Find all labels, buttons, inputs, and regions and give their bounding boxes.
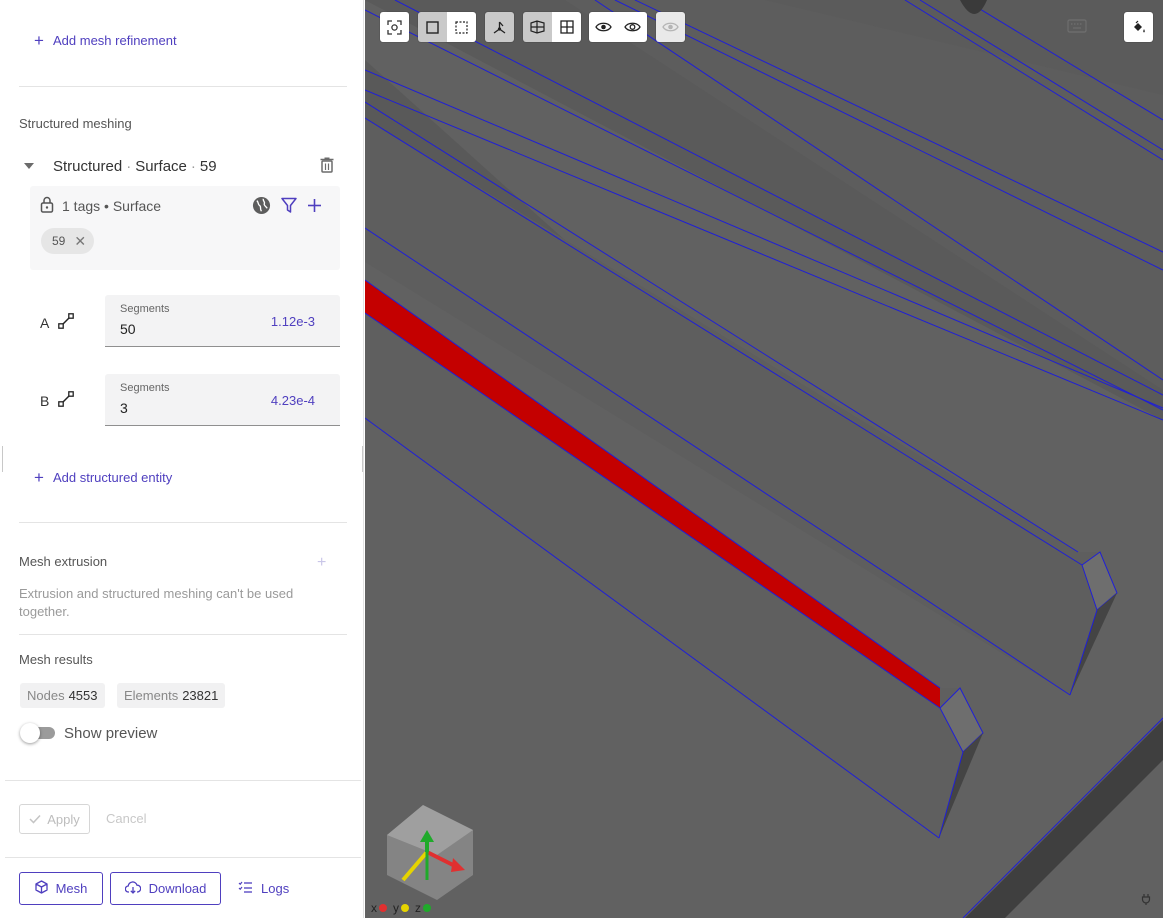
mesh-extrusion-title: Mesh extrusion [19, 554, 108, 569]
3d-viewport[interactable]: x y z [365, 0, 1163, 918]
element-size-b: 4.23e-4 [270, 393, 315, 408]
keyboard-icon[interactable] [1067, 19, 1087, 38]
visibility-disabled-group [656, 12, 685, 42]
model-render[interactable] [365, 0, 1163, 918]
paint-group [1124, 12, 1153, 42]
cancel-button[interactable]: Cancel [106, 811, 146, 826]
selection-mode-group [418, 12, 476, 42]
resize-handle[interactable] [362, 446, 363, 472]
paint-bucket-icon[interactable] [1124, 12, 1153, 42]
add-structured-entity-button[interactable]: + Add structured entity [33, 469, 172, 486]
plus-icon: + [34, 31, 44, 50]
plug-icon[interactable] [1141, 892, 1151, 910]
list-icon [238, 881, 253, 896]
tag-actions [252, 196, 322, 220]
logs-button[interactable]: Logs [238, 872, 289, 905]
tag-selector: 1 tags • Surface 59 ✕ [30, 186, 340, 270]
fit-view-icon[interactable] [380, 12, 409, 42]
visibility-group [589, 12, 647, 42]
mesh-button[interactable]: Mesh [19, 872, 103, 905]
view-mode-group [523, 12, 581, 42]
cloud-download-icon [124, 880, 141, 897]
divider [5, 857, 361, 858]
structured-item-title: Structured · Surface · 59 [53, 157, 217, 175]
close-icon[interactable]: ✕ [74, 233, 86, 250]
fit-view-group [380, 12, 409, 42]
extrusion-note: Extrusion and structured meshing can't b… [19, 586, 294, 619]
tag-chip[interactable]: 59 ✕ [41, 228, 95, 254]
structured-meshing-title: Structured meshing [19, 116, 132, 131]
edge-icon [58, 391, 75, 410]
select-dashed-icon[interactable] [447, 12, 476, 42]
edge-icon [58, 313, 75, 332]
grid-view-icon[interactable] [552, 12, 581, 42]
plus-icon: + [34, 468, 44, 487]
select-box-icon[interactable] [418, 12, 447, 42]
filter-icon[interactable] [281, 197, 297, 219]
orientation-gizmo[interactable] [373, 800, 483, 905]
segments-field-b[interactable]: Segments 4.23e-4 [105, 374, 340, 426]
element-size-a: 1.12e-3 [270, 314, 315, 329]
download-button[interactable]: Download [110, 872, 221, 905]
edge-a-label: A [40, 313, 75, 332]
lock-icon[interactable] [40, 196, 54, 216]
edge-b-label: B [40, 391, 75, 410]
show-icon[interactable] [618, 12, 647, 42]
face-view-icon[interactable] [523, 12, 552, 42]
elements-count-badge: Elements 23821 [117, 683, 226, 708]
visibility-disabled-icon[interactable] [656, 12, 685, 42]
vertex-select-icon[interactable] [485, 12, 514, 42]
segments-input-a[interactable] [120, 321, 260, 337]
divider [19, 634, 347, 635]
add-extrusion-icon[interactable]: + [317, 554, 326, 572]
axes-legend: x y z [371, 901, 435, 915]
globe-icon[interactable] [252, 196, 271, 220]
segments-input-b[interactable] [120, 400, 260, 416]
nodes-count-badge: Nodes 4553 [20, 683, 105, 708]
mesh-results-title: Mesh results [19, 652, 93, 667]
trash-icon[interactable] [320, 157, 334, 178]
add-tag-icon[interactable] [307, 198, 322, 218]
add-mesh-refinement-button[interactable]: + Add mesh refinement [33, 32, 177, 49]
show-preview-toggle-row: Show preview [20, 723, 157, 743]
vertex-group [485, 12, 514, 42]
resize-handle[interactable] [2, 446, 3, 472]
check-icon [29, 812, 41, 827]
tag-summary: 1 tags • Surface [40, 196, 161, 216]
show-preview-toggle[interactable] [20, 723, 55, 743]
divider [5, 780, 361, 781]
hide-icon[interactable] [589, 12, 618, 42]
caret-down-icon[interactable] [24, 163, 34, 169]
structured-item-header[interactable]: Structured · Surface · 59 [22, 155, 340, 177]
mesh-settings-panel: + Add mesh refinement Structured meshing… [0, 0, 364, 918]
divider [19, 86, 347, 87]
cube-icon [34, 880, 48, 897]
segments-field-a[interactable]: Segments 1.12e-3 [105, 295, 340, 347]
apply-button[interactable]: Apply [19, 804, 90, 834]
divider [19, 522, 347, 523]
